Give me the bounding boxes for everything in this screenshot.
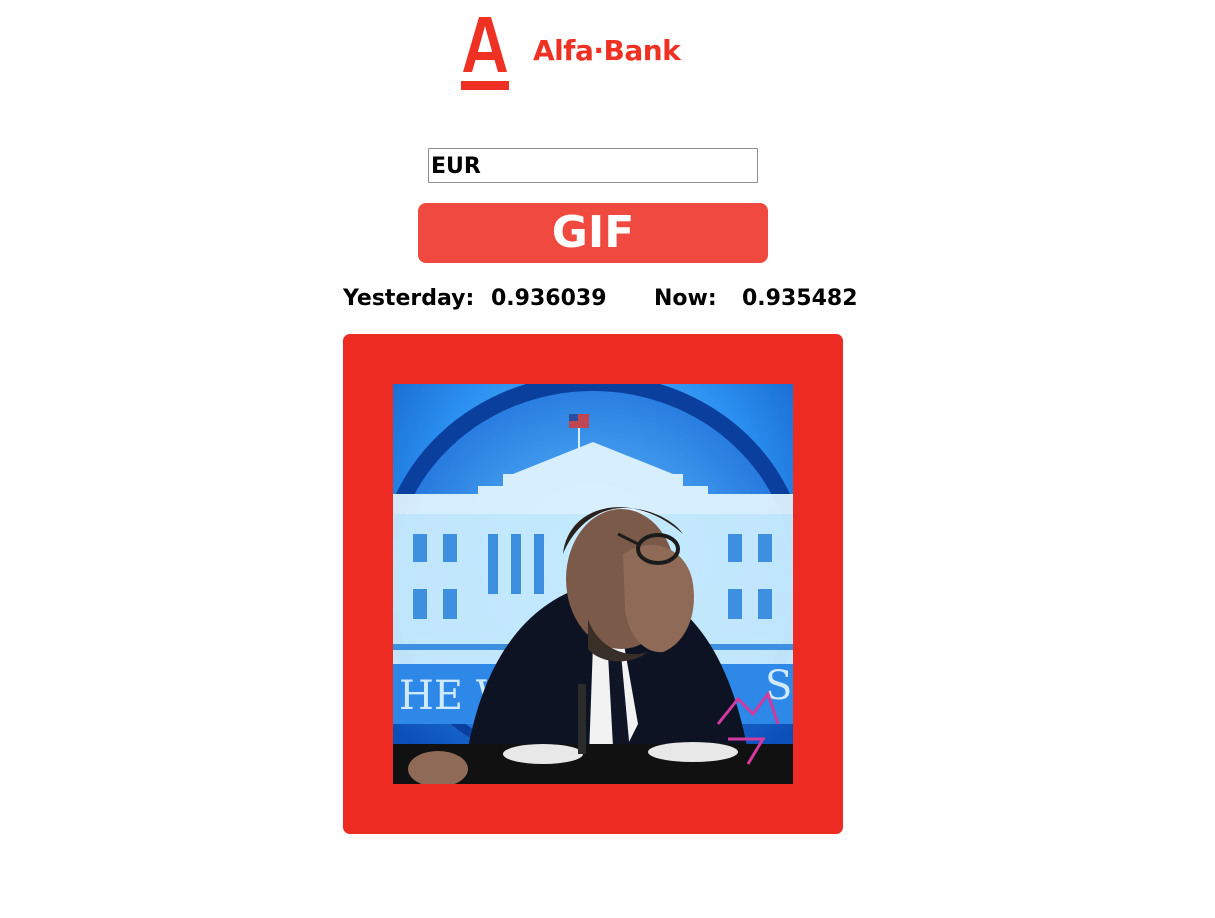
facepalm-gif-image: HE W S (393, 384, 793, 784)
yesterday-label: Yesterday: (343, 286, 475, 311)
rates-row: Yesterday: 0.936039 Now: 0.935482 (0, 286, 1215, 316)
yesterday-value: 0.936039 (491, 286, 607, 311)
alfa-a-logo-icon (461, 17, 509, 90)
now-label: Now: (654, 286, 717, 311)
gif-illustration: HE W S (393, 384, 793, 784)
gif-button[interactable]: GIF (418, 203, 768, 263)
brand-name: Alfa·Bank (533, 34, 681, 67)
gif-frame: HE W S (343, 334, 843, 834)
now-value: 0.935482 (742, 286, 858, 311)
currency-input[interactable] (428, 148, 758, 183)
alfa-bank-logo[interactable]: Alfa·Bank (460, 14, 690, 94)
svg-text:S: S (765, 663, 792, 709)
page: Alfa·Bank GIF Yesterday: 0.936039 Now: 0… (0, 0, 1215, 918)
